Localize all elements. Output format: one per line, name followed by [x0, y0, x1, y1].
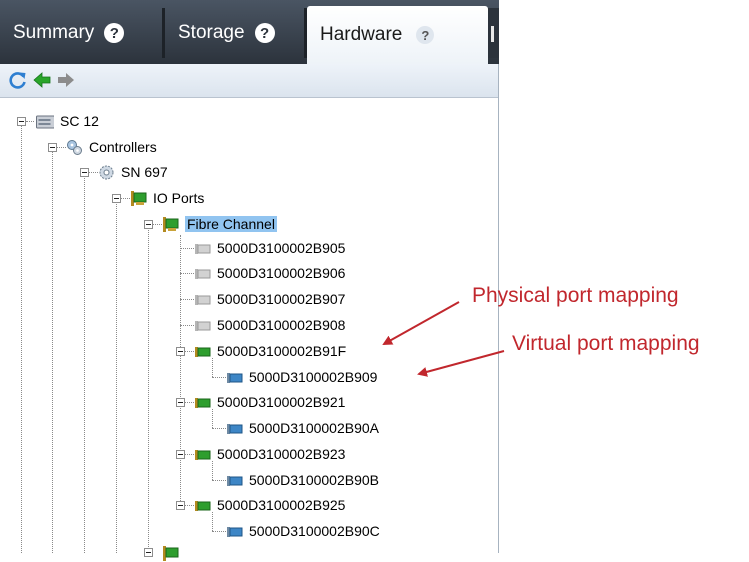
tab-storage[interactable]: Storage ?	[165, 8, 304, 58]
tree-node-port[interactable]: 5000D3100002B905	[194, 238, 345, 258]
collapse-toggle[interactable]	[176, 501, 185, 510]
tree-node-label: 5000D3100002B90C	[249, 523, 380, 539]
virtual-port-mapping-label: Virtual port mapping	[512, 332, 700, 355]
virtual-arrow	[417, 350, 505, 377]
collapse-toggle[interactable]	[176, 398, 185, 407]
tree-node-label: SC 12	[60, 113, 99, 129]
physical-port-icon	[195, 449, 211, 460]
tree-node-label: 5000D3100002B90A	[249, 420, 380, 436]
tree-node-label: 5000D3100002B906	[217, 265, 346, 281]
physical-port-icon	[195, 346, 211, 357]
toolbar	[0, 64, 499, 98]
collapse-toggle[interactable]	[48, 143, 57, 152]
port-inactive-icon	[195, 320, 211, 331]
virtual-port-icon	[227, 423, 243, 434]
tree-node-virtual-port[interactable]: 5000D3100002B909	[226, 367, 377, 387]
tree-node-controller[interactable]: SN 697	[98, 162, 168, 182]
gear-icon	[99, 165, 114, 179]
tree-node-label: 5000D3100002B925	[217, 497, 346, 513]
gears-icon	[67, 139, 82, 155]
back-arrow-icon[interactable]	[32, 70, 52, 90]
tree-node-label: 5000D3100002B923	[217, 446, 346, 462]
port-inactive-icon	[195, 243, 211, 254]
physical-port-icon	[195, 500, 211, 511]
virtual-port-icon	[227, 475, 243, 486]
storage-center-icon	[36, 115, 54, 128]
port-card-icon	[163, 216, 179, 232]
physical-port-icon	[195, 397, 211, 408]
tree-node-label: 5000D3100002B905	[217, 240, 346, 256]
tree-node-label: 5000D3100002B908	[217, 317, 346, 333]
collapse-toggle[interactable]	[176, 450, 185, 459]
tree-node-port[interactable]: 5000D3100002B907	[194, 289, 345, 309]
tab-hardware[interactable]: Hardware ?	[307, 6, 488, 64]
tab-hardware-label: Hardware	[320, 24, 403, 45]
tree-node-label: 5000D3100002B921	[217, 394, 346, 410]
collapse-toggle[interactable]	[17, 117, 26, 126]
tree-node-storage-center[interactable]: SC 12	[34, 111, 99, 131]
forward-arrow-icon[interactable]	[56, 70, 76, 90]
port-card-icon	[163, 546, 179, 561]
tree-node-physical-port[interactable]: 5000D3100002B925	[194, 495, 345, 515]
panel-border	[498, 64, 499, 553]
tab-summary-label: Summary	[13, 22, 95, 43]
port-inactive-icon	[195, 268, 211, 279]
tree-node-label: 5000D3100002B90B	[249, 472, 380, 488]
collapse-toggle[interactable]	[144, 220, 153, 229]
tree-node-fibre-channel[interactable]: Fibre Channel	[162, 214, 277, 234]
tree-node-port[interactable]: 5000D3100002B908	[194, 315, 345, 335]
help-icon[interactable]: ?	[104, 23, 125, 43]
tree-node-virtual-port[interactable]: 5000D3100002B90C	[226, 521, 380, 541]
help-icon[interactable]: ?	[254, 23, 275, 43]
tree-node-virtual-port[interactable]: 5000D3100002B90A	[226, 418, 379, 438]
tree-node-physical-port[interactable]: 5000D3100002B923	[194, 444, 345, 464]
tree-node-port[interactable]: 5000D3100002B906	[194, 263, 345, 283]
tab-storage-label: Storage	[178, 22, 245, 43]
collapse-toggle[interactable]	[176, 347, 185, 356]
port-inactive-icon	[195, 294, 211, 305]
tab-summary[interactable]: Summary ?	[0, 8, 162, 58]
tree-node-physical-port[interactable]: 5000D3100002B921	[194, 392, 345, 412]
tree-node-label: 5000D3100002B907	[217, 291, 346, 307]
virtual-port-icon	[227, 526, 243, 537]
tree-node-label: SN 697	[121, 164, 168, 180]
tree-node-label: 5000D3100002B909	[249, 369, 378, 385]
tree-node-label: Controllers	[89, 139, 157, 155]
virtual-port-icon	[227, 372, 243, 383]
port-card-icon	[131, 190, 147, 206]
tree-node-label: 5000D3100002B91F	[217, 343, 347, 359]
tree-node-physical-port[interactable]: 5000D3100002B91F	[194, 341, 346, 361]
refresh-icon[interactable]	[8, 70, 28, 90]
tree-node-label: Fibre Channel	[185, 216, 277, 232]
tab-overflow[interactable]	[488, 8, 499, 58]
help-icon[interactable]: ?	[416, 26, 435, 44]
tree-node-controllers[interactable]: Controllers	[66, 137, 157, 157]
physical-arrow	[382, 301, 460, 345]
tree-node-virtual-port[interactable]: 5000D3100002B90B	[226, 470, 379, 490]
collapse-toggle[interactable]	[112, 194, 121, 203]
tree-node-io-ports[interactable]: IO Ports	[130, 188, 204, 208]
collapse-toggle[interactable]	[80, 168, 89, 177]
tree-node-label: IO Ports	[153, 190, 205, 206]
tab-bar: Summary ? Storage ? Hardware ?	[0, 0, 499, 64]
physical-port-mapping-label: Physical port mapping	[472, 284, 679, 307]
